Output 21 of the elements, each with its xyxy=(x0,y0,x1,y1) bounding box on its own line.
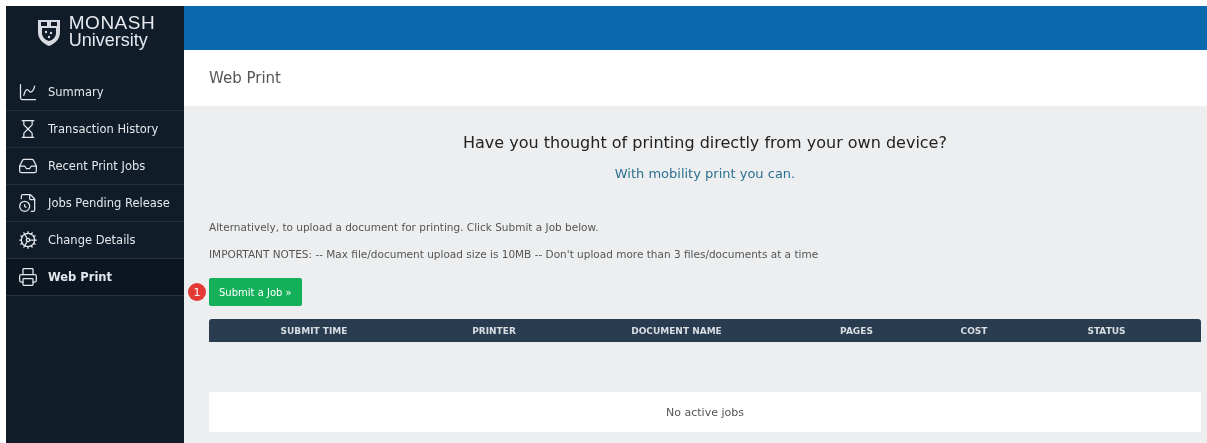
tray-icon xyxy=(18,156,38,176)
page-title: Web Print xyxy=(209,69,281,87)
intro-text: Alternatively, to upload a document for printing. Click Submit a Job below. xyxy=(209,221,600,233)
column-header: PRINTER xyxy=(471,325,517,336)
promo-heading: Have you thought of printing directly from your own device? xyxy=(462,133,948,152)
notes-text: IMPORTANT NOTES: -- Max file/document upload size is 10MB -- Don't upload more than 3 files/documents at a time xyxy=(209,248,820,260)
logo-text: University xyxy=(68,32,149,50)
column-header: STATUS xyxy=(1086,325,1127,336)
line-chart-icon xyxy=(18,82,38,102)
document-clock-icon xyxy=(18,193,38,213)
printer-icon xyxy=(18,267,38,287)
mobility-print-link[interactable]: With mobility print you can. xyxy=(614,166,796,181)
step-badge: 1 xyxy=(188,283,206,301)
sidebar-item[interactable]: Web Print xyxy=(6,259,184,296)
column-header: PAGES xyxy=(839,325,874,336)
column-header: DOCUMENT NAME xyxy=(630,325,723,336)
cog-icon xyxy=(18,230,38,250)
logo-text: MONASH xyxy=(68,14,156,33)
column-header: SUBMIT TIME xyxy=(279,325,349,336)
column-header: COST xyxy=(959,325,989,336)
empty-message: No active jobs xyxy=(666,405,744,419)
